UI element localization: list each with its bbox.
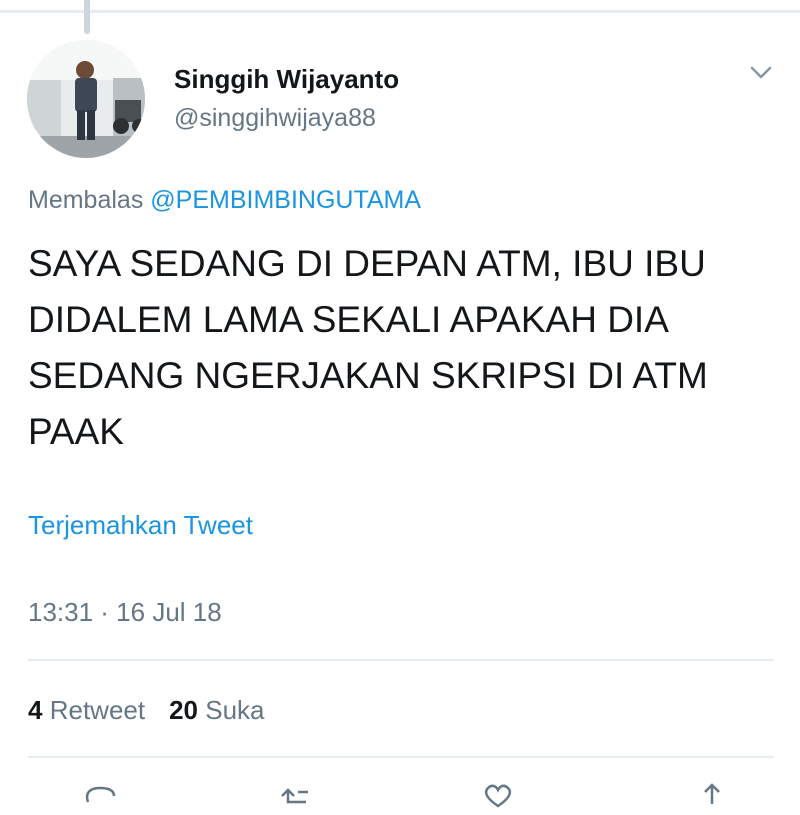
reply-context: Membalas @PEMBIMBINGUTAMA — [28, 186, 421, 215]
retweet-count-link[interactable]: 4 Retweet — [28, 695, 145, 725]
tweet-text: SAYA SEDANG DI DEPAN ATM, IBU IBU DIDALE… — [28, 243, 708, 452]
like-count: 20 — [169, 695, 199, 725]
top-border — [0, 10, 800, 13]
like-label: Suka — [205, 695, 265, 725]
avatar-photo — [27, 40, 145, 158]
retweet-label: Retweet — [49, 695, 146, 725]
avatar[interactable] — [27, 40, 145, 158]
author-handle[interactable]: @singgihwijaya88 — [174, 104, 376, 133]
like-icon[interactable] — [478, 780, 518, 810]
translate-tweet-link[interactable]: Terjemahkan Tweet — [28, 510, 253, 541]
retweet-icon[interactable] — [276, 780, 316, 810]
retweet-count: 4 — [28, 695, 43, 725]
chevron-down-icon[interactable] — [746, 58, 776, 88]
reply-prefix: Membalas — [28, 186, 144, 214]
share-icon[interactable] — [692, 780, 732, 810]
thread-connector-line — [84, 0, 90, 34]
divider — [28, 756, 774, 758]
divider — [28, 659, 774, 661]
reply-to-link[interactable]: @PEMBIMBINGUTAMA — [150, 186, 421, 214]
reply-icon[interactable] — [80, 780, 120, 810]
author-display-name[interactable]: Singgih Wijayanto — [174, 64, 399, 95]
like-count-link[interactable]: 20 Suka — [169, 695, 264, 725]
tweet-timestamp[interactable]: 13:31 · 16 Jul 18 — [28, 597, 222, 628]
engagement-stats: 4 Retweet 20 Suka — [28, 695, 265, 726]
